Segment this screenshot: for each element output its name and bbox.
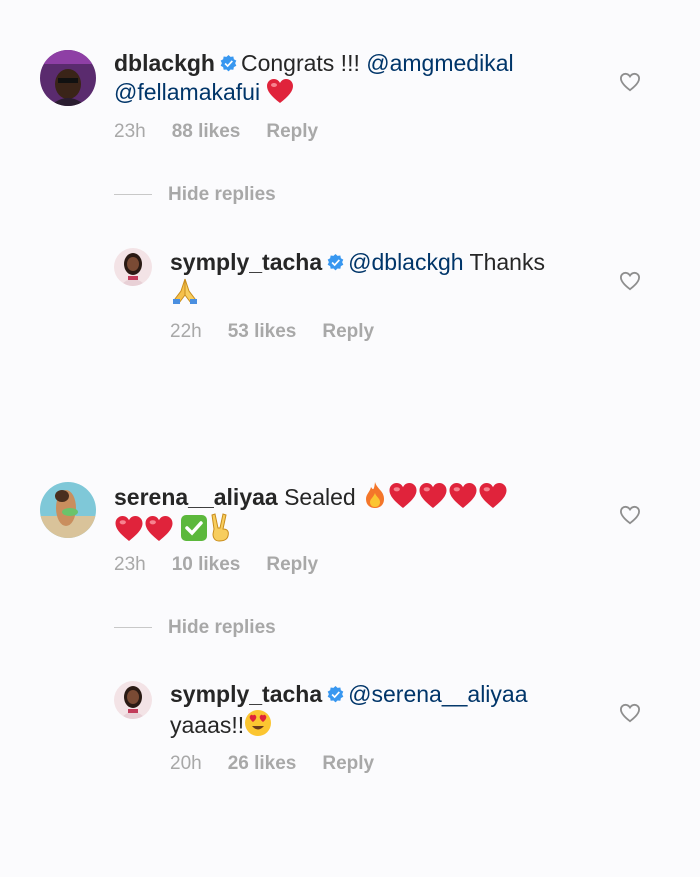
verified-badge-icon [327, 254, 344, 271]
username[interactable]: dblackgh [114, 50, 215, 76]
comment-text: symply_tacha @serena__aliyaa yaaas!! [170, 680, 590, 740]
reply-button[interactable]: Reply [322, 753, 374, 774]
red-heart-icon [267, 79, 294, 103]
divider [114, 627, 152, 629]
mention-link[interactable]: @serena__aliyaa [348, 681, 527, 707]
comment-body: Thanks [469, 249, 545, 275]
verified-badge-icon [220, 55, 237, 72]
hide-replies-button[interactable]: Hide replies [114, 617, 276, 639]
mention-link[interactable]: @dblackgh [348, 249, 463, 275]
folded-hands-icon [173, 278, 197, 304]
like-heart-icon[interactable] [619, 271, 641, 291]
comment-body: Sealed [284, 484, 356, 510]
username[interactable]: symply_tacha [170, 249, 322, 275]
comment-text: serena__aliyaa Sealed [114, 481, 594, 545]
likes-count[interactable]: 26 likes [228, 753, 297, 774]
likes-count[interactable]: 88 likes [172, 121, 241, 142]
red-heart-icon [115, 516, 143, 541]
avatar[interactable] [40, 50, 96, 106]
hide-replies-label: Hide replies [168, 184, 276, 205]
red-heart-icon [449, 483, 477, 508]
timestamp: 23h [114, 121, 146, 142]
hide-replies-label: Hide replies [168, 617, 276, 638]
red-heart-icon [145, 516, 173, 541]
red-heart-icon [479, 483, 507, 508]
timestamp: 23h [114, 554, 146, 575]
avatar[interactable] [40, 482, 96, 538]
avatar[interactable] [114, 681, 152, 719]
reply-button[interactable]: Reply [266, 121, 318, 142]
comment-text: dblackgh Congrats !!! @amgmedikal @fellam… [114, 49, 584, 107]
avatar[interactable] [114, 248, 152, 286]
divider [114, 194, 152, 196]
comment-meta: 22h 53 likes Reply [170, 321, 400, 343]
mention-link[interactable]: @amgmedikal [366, 50, 513, 76]
fire-icon [366, 482, 385, 508]
mention-link[interactable]: @fellamakafui [114, 79, 260, 105]
comment-text: symply_tacha @dblackgh Thanks [170, 248, 590, 308]
comment-meta: 20h 26 likes Reply [170, 753, 400, 775]
red-heart-icon [389, 483, 417, 508]
check-mark-button-icon [181, 515, 208, 541]
username[interactable]: symply_tacha [170, 681, 322, 707]
reply-button[interactable]: Reply [322, 321, 374, 342]
timestamp: 22h [170, 321, 202, 342]
likes-count[interactable]: 53 likes [228, 321, 297, 342]
red-heart-icon [419, 483, 447, 508]
like-heart-icon[interactable] [619, 72, 641, 92]
hide-replies-button[interactable]: Hide replies [114, 184, 276, 206]
like-heart-icon[interactable] [619, 505, 641, 525]
like-heart-icon[interactable] [619, 703, 641, 723]
timestamp: 20h [170, 753, 202, 774]
victory-hand-icon [211, 513, 230, 542]
comment-body: Congrats !!! [240, 50, 360, 76]
comment-meta: 23h 10 likes Reply [114, 554, 344, 576]
username[interactable]: serena__aliyaa [114, 484, 278, 510]
verified-badge-icon [327, 686, 344, 703]
reply-button[interactable]: Reply [266, 554, 318, 575]
comment-body: yaaas!! [170, 712, 245, 738]
comment-meta: 23h 88 likes Reply [114, 121, 344, 143]
likes-count[interactable]: 10 likes [172, 554, 241, 575]
heart-eyes-icon [245, 710, 272, 736]
